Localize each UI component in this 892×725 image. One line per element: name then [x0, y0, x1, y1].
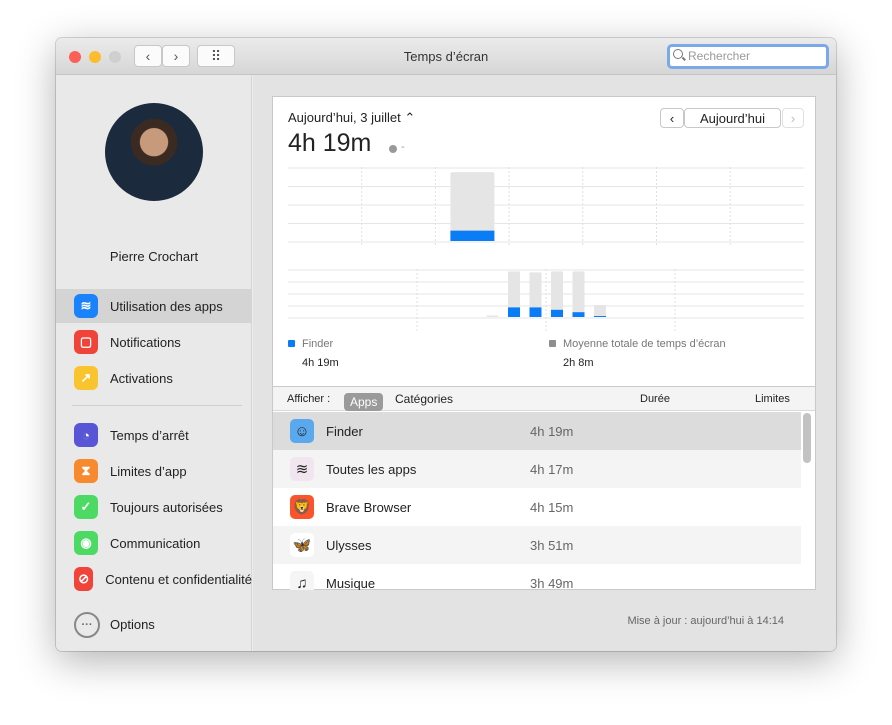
search-placeholder: Rechercher	[688, 49, 751, 63]
prohibited-icon: ⊘	[74, 567, 94, 591]
sidebar-item-label: Activations	[110, 370, 173, 386]
app-duration: 4h 19m	[530, 423, 574, 439]
sidebar-item-label: Contenu et confidentialité	[105, 571, 252, 587]
hourly-total-bar	[486, 315, 499, 317]
today-button[interactable]: Aujourd’hui	[684, 108, 781, 128]
sidebar-divider	[72, 405, 242, 406]
trend-value: -	[401, 141, 405, 153]
brave-icon: 🦁	[290, 495, 314, 519]
hourly-total-bar	[594, 305, 606, 317]
checkmark-badge-icon: ✓	[74, 495, 98, 519]
options-button[interactable]	[56, 645, 252, 651]
downtime-icon: ◔	[74, 423, 98, 447]
all-apps-icon: ≋	[290, 457, 314, 481]
hourly-chart	[288, 269, 804, 331]
layers-icon: ≋	[74, 294, 98, 318]
total-time: 4h 19m	[288, 129, 372, 157]
next-day-button[interactable]: ›	[782, 108, 804, 128]
legend-average-swatch	[549, 340, 556, 347]
legend-app: Finder	[288, 338, 333, 350]
hourly-app-bar	[508, 307, 520, 317]
options-icon[interactable]: ···	[74, 612, 100, 638]
user-name: Pierre Crochart	[109, 249, 199, 264]
app-name: Ulysses	[326, 537, 372, 553]
app-duration: 4h 15m	[530, 499, 574, 515]
legend-app-value: 4h 19m	[302, 357, 339, 369]
sidebar-item-pickup[interactable]: ↗ Activations	[56, 361, 252, 395]
last-updated: Mise à jour : aujourd’hui à 14:14	[627, 615, 784, 627]
app-duration: 3h 51m	[530, 537, 574, 553]
table-row[interactable]: ♫ Musique 3h 49m	[273, 564, 801, 590]
sidebar-item-label: Communication	[110, 535, 201, 551]
app-name: Toutes les apps	[326, 461, 417, 477]
legend-average-value: 2h 8m	[563, 357, 594, 369]
sidebar: Pierre Crochart ≋ Utilisation des apps ▢ No…	[56, 75, 252, 651]
app-name: Brave Browser	[326, 499, 412, 515]
hourly-app-bar	[551, 309, 563, 317]
sidebar-item-label: Limites d’app	[110, 463, 187, 479]
table-row[interactable]: ≋ Toutes les apps 4h 17m	[273, 450, 801, 488]
sidebar-item-hourglass[interactable]: ⧗ Limites d’app	[56, 454, 252, 488]
hourly-app-bar	[594, 316, 606, 317]
app-list: ☺ Finder 4h 19m ≋ Toutes les apps 4h 17m 🦁 Brav…	[273, 412, 801, 590]
sidebar-item-label: Notifications	[110, 334, 181, 350]
table-row[interactable]: 🦋 Ulysses 3h 51m	[273, 526, 801, 564]
legend-average: Moyenne totale de temps d’écran	[549, 338, 726, 350]
ulysses-icon: 🦋	[290, 533, 314, 557]
titlebar: ‹ › ⠿ Temps d’écran Rechercher	[56, 38, 836, 75]
notification-icon: ▢	[74, 330, 98, 354]
main-content: Aujourd’hui, 3 juillet ⌃ 4h 19m - ‹ Aujo…	[253, 75, 836, 651]
person-circle-icon: ◉	[74, 531, 98, 555]
avatar[interactable]	[105, 103, 203, 201]
tab-apps[interactable]: Apps	[344, 393, 384, 411]
scrollbar[interactable]	[803, 413, 811, 463]
hourglass-icon: ⧗	[74, 459, 98, 483]
app-name: Finder	[326, 423, 363, 439]
app-name: Musique	[326, 575, 376, 591]
previous-day-button[interactable]: ‹	[660, 108, 684, 128]
sidebar-item-person-circle[interactable]: ◉ Communication	[56, 526, 252, 560]
sidebar-item-downtime[interactable]: ◔ Temps d’arrêt	[56, 418, 252, 452]
hourly-app-bar	[529, 307, 542, 317]
table-row[interactable]: ☺ Finder 4h 19m	[273, 412, 801, 450]
search-icon	[673, 49, 683, 59]
hourly-app-bar	[572, 312, 585, 317]
options-label[interactable]: Options	[110, 617, 155, 632]
app-duration: 3h 49m	[530, 575, 574, 591]
app-duration: 4h 17m	[530, 461, 574, 477]
screen-time-window: ‹ › ⠿ Temps d’écran Rechercher Pierre Cr…	[56, 38, 836, 651]
legend-app-swatch	[288, 340, 295, 347]
sidebar-item-layers[interactable]: ≋ Utilisation des apps	[56, 289, 252, 323]
sidebar-item-label: Toujours autorisées	[110, 499, 223, 515]
table-header: Afficher : Apps Catégories Durée Limites	[273, 386, 815, 411]
usage-panel: Aujourd’hui, 3 juillet ⌃ 4h 19m - ‹ Aujo…	[272, 96, 816, 590]
show-label: Afficher :	[287, 393, 331, 405]
sidebar-item-prohibited[interactable]: ⊘ Contenu et confidentialité	[56, 562, 252, 596]
pickup-icon: ↗	[74, 366, 98, 390]
music-icon: ♫	[290, 571, 314, 590]
finder-icon: ☺	[290, 419, 314, 443]
sidebar-item-checkmark-badge[interactable]: ✓ Toujours autorisées	[56, 490, 252, 524]
column-duration[interactable]: Durée	[640, 393, 670, 405]
hourly-total-bar	[572, 271, 585, 317]
sidebar-item-notification[interactable]: ▢ Notifications	[56, 325, 252, 359]
sidebar-item-label: Temps d’arrêt	[110, 427, 189, 443]
date-selector[interactable]: Aujourd’hui, 3 juillet ⌃	[288, 110, 415, 126]
daily-app-bar	[450, 230, 495, 241]
search-input[interactable]: Rechercher	[667, 44, 829, 69]
tab-categories[interactable]: Catégories	[395, 392, 453, 406]
column-limits[interactable]: Limites	[755, 393, 790, 405]
daily-chart	[288, 167, 804, 247]
table-row[interactable]: 🦁 Brave Browser 4h 15m	[273, 488, 801, 526]
sidebar-item-label: Utilisation des apps	[110, 298, 223, 314]
trend-icon	[389, 145, 397, 153]
